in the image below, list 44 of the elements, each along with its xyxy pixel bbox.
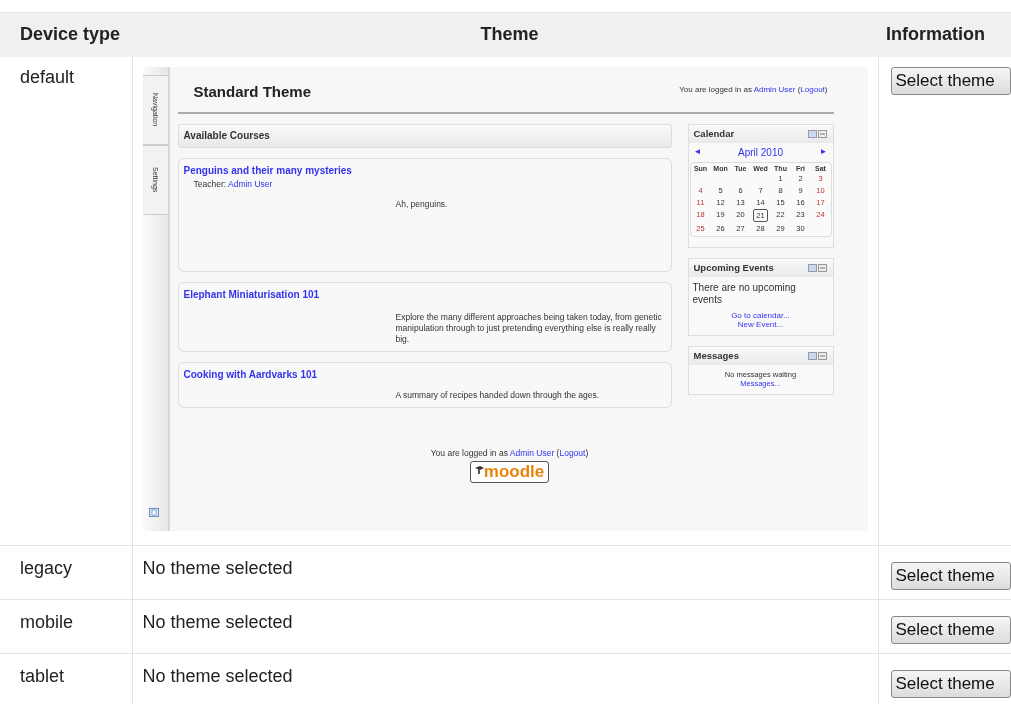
events-text: There are no upcoming events xyxy=(691,280,797,307)
theme-status: No theme selected xyxy=(142,665,293,687)
select-theme-button[interactable]: Select theme xyxy=(890,66,1011,95)
mortarboard-icon xyxy=(474,464,484,474)
course-summary: Ah, penguins. xyxy=(395,198,449,210)
teacher-link[interactable]: Admin User xyxy=(228,178,273,189)
block-title: Upcoming Events xyxy=(693,262,774,273)
block-controls-icon[interactable] xyxy=(807,351,828,360)
site-title: Standard Theme xyxy=(193,82,312,100)
logout-link[interactable]: Logout xyxy=(800,84,825,94)
device-type: default xyxy=(20,66,75,87)
column-header: Device type xyxy=(0,12,132,57)
course-summary: A summary of recipes handed down through the ages. xyxy=(395,389,601,401)
previous-month-link[interactable]: ◄ xyxy=(693,146,702,158)
course-link[interactable]: Elephant Miniaturisation 101 xyxy=(183,288,666,300)
block-title: Calendar xyxy=(693,128,735,139)
column-header: Information xyxy=(878,12,1011,57)
section-heading: Available Courses xyxy=(177,123,672,148)
block-controls-icon[interactable] xyxy=(807,129,828,138)
dock-icon[interactable] xyxy=(148,507,159,517)
month-title: April 2010 xyxy=(738,146,783,158)
teacher-line: Teacher: Admin User xyxy=(193,178,274,189)
course-link[interactable]: Cooking with Aardvarks 101 xyxy=(183,368,666,380)
user-link[interactable]: Admin User xyxy=(509,447,555,458)
logo-text: moodle xyxy=(483,461,545,482)
select-theme-button[interactable]: Select theme xyxy=(890,615,1011,644)
select-theme-button[interactable]: Select theme xyxy=(890,561,1011,590)
course-link[interactable]: Penguins and their many mysteries xyxy=(183,164,666,176)
device-type: legacy xyxy=(20,557,73,578)
device-type: mobile xyxy=(20,611,74,632)
column-header: Theme xyxy=(132,12,878,57)
login-info: You are logged in as Admin User (Logout) xyxy=(679,84,828,94)
device-type: tablet xyxy=(20,665,65,686)
next-month-link[interactable]: ► xyxy=(819,146,828,158)
block-title: Messages xyxy=(693,350,739,361)
events-link[interactable]: New Event... xyxy=(737,319,784,329)
theme-status: No theme selected xyxy=(142,557,293,579)
select-theme-button[interactable]: Select theme xyxy=(890,669,1011,698)
user-link[interactable]: Admin User xyxy=(753,84,796,94)
login-info: You are logged in as Admin User (Logout) xyxy=(430,447,589,458)
theme-status: No theme selected xyxy=(142,611,293,633)
block-controls-icon[interactable] xyxy=(807,263,828,272)
course-summary: Explore the many different approaches being taken today, from genetic manipulation through to just pretending everything else is really really big. xyxy=(395,311,663,345)
events-link[interactable]: Go to calendar... xyxy=(731,310,790,320)
